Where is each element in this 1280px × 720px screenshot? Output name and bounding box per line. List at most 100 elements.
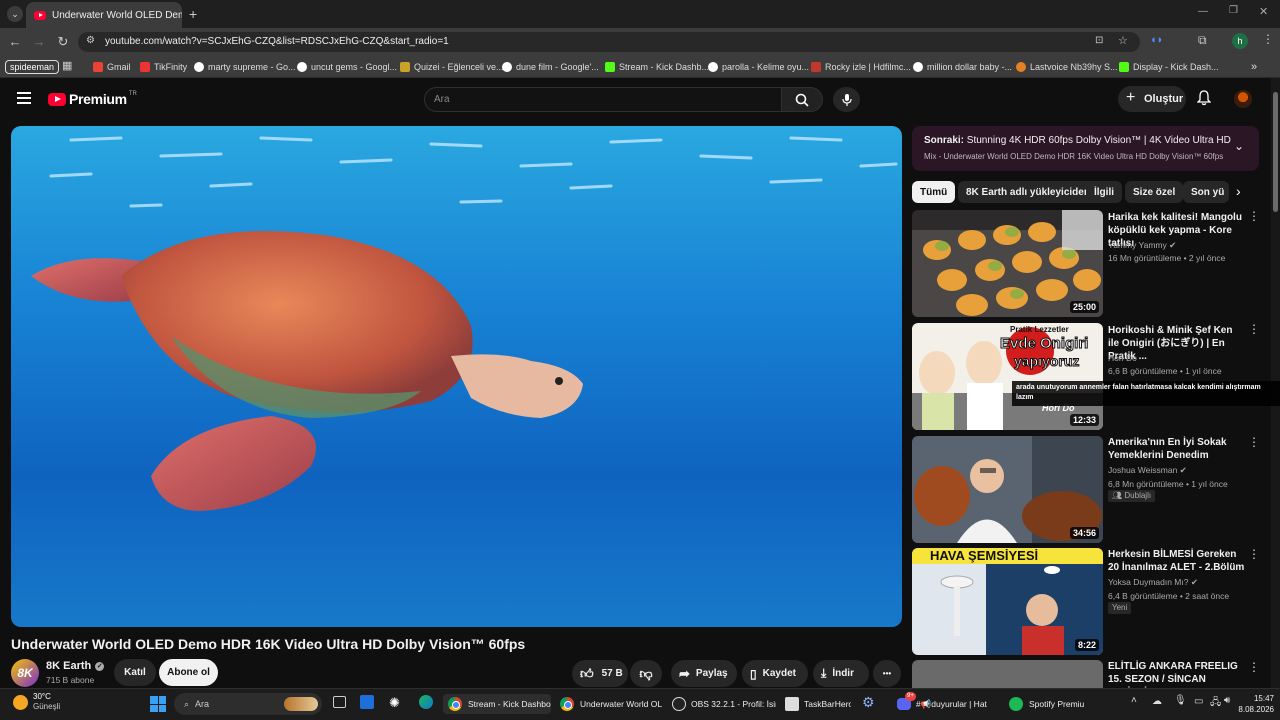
account-avatar[interactable] [1234,90,1252,108]
chip-from-uploader[interactable]: 8K Earth adlı yükleyiciden [958,181,1098,203]
weather-widget[interactable]: 30°C Güneşli [13,692,60,712]
related-channel[interactable]: Hori Do [1108,353,1137,363]
chevron-down-icon[interactable]: ⌄ [1234,139,1244,153]
taskbar-app-taskbarhero[interactable]: TaskBarHero [785,694,851,714]
back-icon[interactable]: ← [7,34,23,49]
up-next-mix: Mix - Underwater World OLED Demo HDR 16K… [924,152,1224,161]
start-button[interactable] [150,696,166,712]
bookmark-uncut-gems[interactable]: uncut gems - Googl... [297,60,397,74]
search-button[interactable] [781,87,823,112]
taskbar-app-underwater[interactable]: Underwater World OL [560,694,664,714]
save-button[interactable]: ▯ Kaydet [742,660,808,687]
store-icon[interactable] [360,695,374,709]
voice-search-button[interactable] [833,87,860,112]
bookmark-quizei[interactable]: Quizei - Eğlenceli ve... [400,60,504,74]
related-channel[interactable]: Yoksa Duymadın Mı? ✔ [1108,577,1198,588]
taskbar-app-obs[interactable]: OBS 32.2.1 - Profil: İsir [672,694,776,714]
download-button[interactable]: ⤓ İndir [813,660,869,687]
bookmark-kick-stream[interactable]: Stream - Kick Dashb... [605,60,709,74]
thumbnail-elitlig[interactable] [912,660,1103,688]
site-info-icon[interactable]: ⚙ [86,35,95,46]
join-button[interactable]: Katıl [114,659,156,686]
tray-overflow-icon[interactable]: ˄ [1131,695,1137,706]
taskbar-search[interactable]: ⌕ Ara [174,693,322,715]
forward-icon[interactable]: → [31,34,47,49]
dislike-button[interactable]: 👎︎ [630,660,662,687]
new-tab-button[interactable]: + [189,6,197,22]
related-title[interactable]: Amerika'nın En İyi Sokak Yemeklerini Den… [1108,436,1246,462]
extension-icon[interactable]: ◖◗ [1150,34,1163,46]
profile-chip[interactable]: spideeman [5,60,60,74]
more-options-icon[interactable]: ⋮ [1248,661,1260,673]
onedrive-icon[interactable]: ☁ [1152,696,1162,707]
channel-name[interactable]: 8K Earth ✓ [46,660,105,672]
bookmark-marty-supreme[interactable]: marty supreme - Go... [194,60,296,74]
share-button[interactable]: ➦ Paylaş [671,660,737,687]
more-options-icon[interactable]: ⋮ [1248,323,1260,335]
up-next-panel[interactable]: Sonraki: Stunning 4K HDR 60fps Dolby Vis… [912,126,1259,171]
profile-avatar[interactable]: h [1232,33,1248,49]
edge-icon[interactable] [419,695,433,709]
restore-icon[interactable]: ❐ [1229,5,1238,16]
more-options-icon[interactable]: ⋮ [1248,210,1260,222]
tab-active[interactable]: Underwater World OLED Demo ✕ [26,2,182,28]
thumbnail-street-food[interactable]: 34:56 [912,436,1103,543]
tab-search-button[interactable]: ⌄ [7,6,23,22]
chip-for-you[interactable]: Size özel [1125,181,1184,203]
subscribe-button[interactable]: Abone ol [159,659,218,686]
close-window-icon[interactable]: ✕ [1259,5,1268,18]
bookmark-rocky[interactable]: Rocky izle | Hdfilmc... [811,60,911,74]
chip-related[interactable]: İlgili [1086,181,1122,203]
address-bar[interactable]: ⚙ youtube.com/watch?v=SCJxEhG-CZQ&list=R… [78,32,1140,52]
channel-avatar[interactable]: 8K [11,659,39,687]
related-title[interactable]: Herkesin BİLMESİ Gereken 20 İnanılmaz AL… [1108,548,1246,574]
bookmark-tikfinity[interactable]: TikFinity [140,60,187,74]
google-icon [913,62,923,72]
minimize-icon[interactable]: — [1198,6,1208,17]
network-icon[interactable]: 🖧 [1210,695,1221,712]
taskbar-app-spotify[interactable]: Spotify Premium [1009,694,1084,714]
chip-recent[interactable]: Son yü [1183,181,1229,203]
thumbnail-mango-cake[interactable]: 25:00 [912,210,1103,317]
bookmark-dune-film[interactable]: dune film - Google'... [502,60,599,74]
extensions-puzzle-icon[interactable]: ⧉ [1198,33,1207,48]
apps-grid-icon[interactable]: ▦ [62,59,72,72]
bookmark-parolla[interactable]: parolla - Kelime oyu... [708,60,809,74]
install-app-icon[interactable]: ⊡ [1095,35,1103,46]
chip-all[interactable]: Tümü [912,181,956,203]
related-channel[interactable]: Yummy Yammy ✔ [1108,240,1176,251]
like-button[interactable]: 👍︎ 57 B [572,660,628,687]
taskbar-app-kick-dashboard[interactable]: Stream - Kick Dashbo [443,694,551,714]
more-actions-button[interactable]: ••• [873,660,901,687]
create-button[interactable]: + Oluştur [1118,86,1186,112]
youtube-logo[interactable]: Premium TR [48,91,137,107]
weather-condition: Güneşli [33,702,61,711]
bookmark-million-dollar-baby[interactable]: million dollar baby -... [913,60,1012,74]
more-options-icon[interactable]: ⋮ [1248,548,1260,560]
search-input[interactable]: Ara [424,87,782,112]
bookmark-kick-display[interactable]: Display - Kick Dash... [1119,60,1219,74]
reload-icon[interactable]: ↻ [55,34,71,50]
bookmark-star-icon[interactable]: ☆ [1118,34,1128,47]
clock[interactable]: 15:47 8.08.2026 [1234,693,1274,715]
notifications-bell-icon[interactable] [1196,90,1212,111]
browser-menu-icon[interactable]: ⋮ [1262,32,1274,46]
hamburger-menu-icon[interactable] [17,92,31,104]
chatgpt-icon[interactable]: ✺ [389,695,400,711]
microphone-tray-icon[interactable]: 🎙︎ [1174,695,1187,706]
bookmark-lastvoice[interactable]: Lastvoice Nb39hy S... [1016,60,1118,74]
bookmark-gmail[interactable]: Gmail [93,60,131,74]
chips-next-icon[interactable]: › [1236,183,1241,199]
youtube-play-logo-icon [48,92,66,106]
display-tray-icon[interactable]: ▭ [1194,696,1203,707]
more-bookmarks-icon[interactable]: » [1251,60,1257,74]
thumbnail-onigiri[interactable]: Pratik Lezzetler Evde Onigiri yapıyoruz … [912,323,1103,430]
more-options-icon[interactable]: ⋮ [1248,436,1260,448]
volume-icon[interactable]: 🔊︎ [1224,695,1230,706]
video-player[interactable] [11,126,902,627]
settings-gear-icon[interactable]: ⚙ [862,694,875,711]
thumbnail-gadgets[interactable]: HAVA ŞEMSİYESİ 8:22 [912,548,1103,655]
tikfinity-icon [140,62,150,72]
related-channel[interactable]: Joshua Weissman ✔ [1108,465,1187,476]
task-view-icon[interactable] [333,696,346,708]
